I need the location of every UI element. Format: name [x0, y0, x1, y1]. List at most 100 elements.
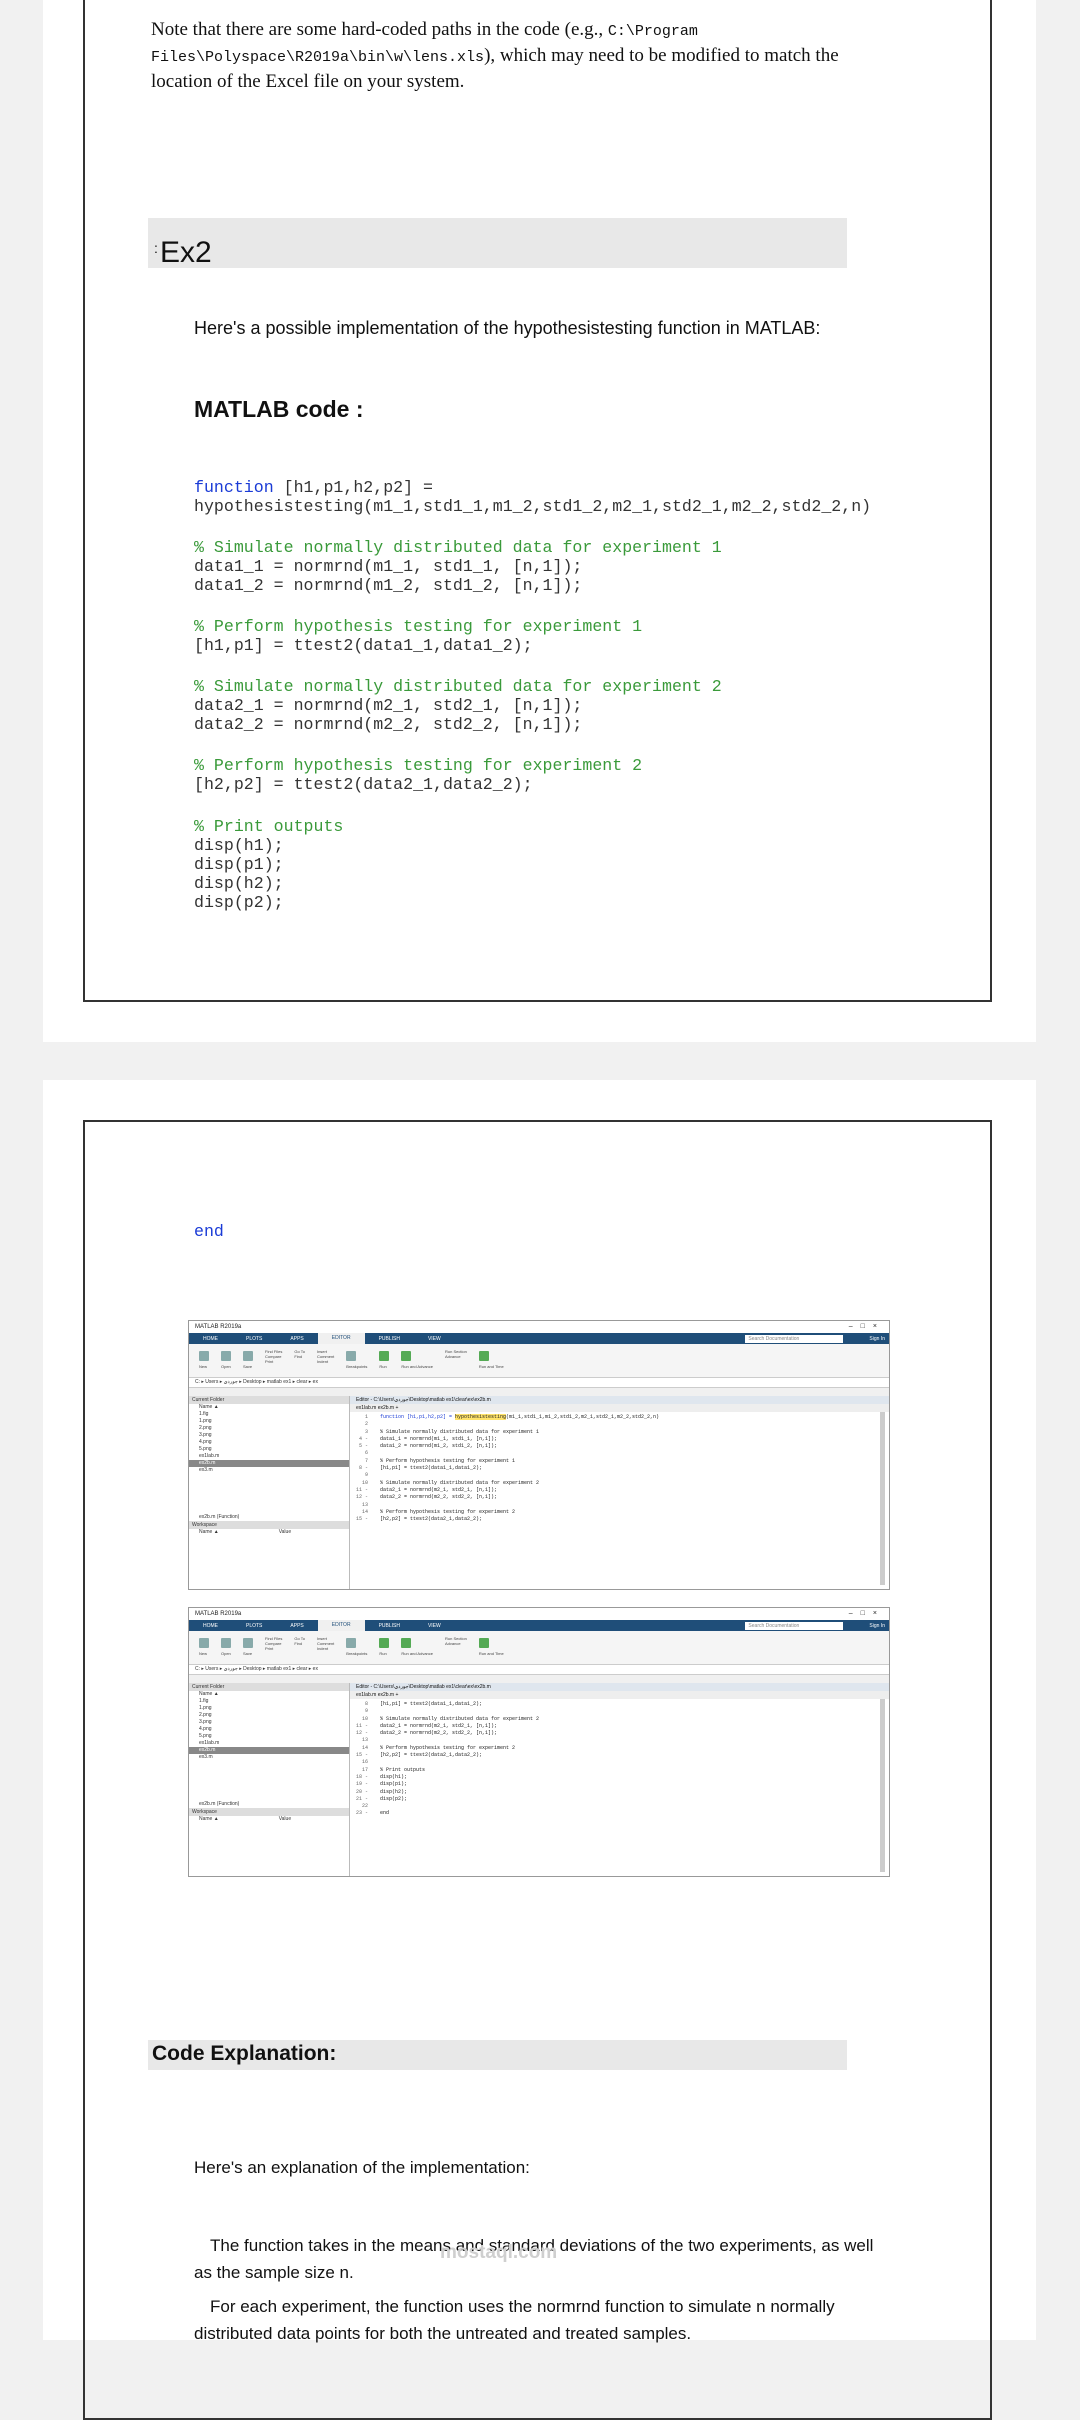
- explanation-paragraph: For each experiment, the function uses t…: [194, 2297, 835, 2343]
- editor-code-body: (m1_1,std1_1,m1_2,std1_2,m2_1,std2_1,m2_…: [380, 1414, 660, 1523]
- editor-code-line: function [h1,p1,h2,p2] =: [380, 1414, 456, 1420]
- tab-publish: PUBLISH: [378, 1622, 400, 1629]
- current-folder-panel: Current Folder Name ▲ 1.fig 1.png 2.png …: [189, 1396, 350, 1589]
- ws-name-col: Name ▲: [199, 1529, 219, 1535]
- tab-view: VIEW: [427, 1335, 441, 1342]
- ribbon-new: New: [199, 1364, 208, 1369]
- app-title: MATLAB R2019a: [195, 1324, 242, 1330]
- ribbon-breakpoints: Breakpoints: [346, 1651, 368, 1656]
- toolstrip-tabs: HOME PLOTS APPS EDITOR PUBLISH VIEW Sear…: [189, 1620, 889, 1631]
- sign-in: Sign In: [869, 1622, 885, 1629]
- signature-name: hypothesistesting(m1_1,std1_1,m1_2,std1_…: [194, 497, 872, 516]
- address-bar: C: ▸ Users ▸ ‎جوردي‎ ▸ Desktop ▸ matlab …: [189, 1378, 889, 1388]
- ribbon-run-advance: Run and Advance: [401, 1651, 434, 1656]
- tab-apps: APPS: [290, 1622, 304, 1629]
- code-comment: % Simulate normally distributed data for…: [194, 677, 722, 696]
- code-line: disp(h1); disp(p1); disp(h2); disp(p2);: [194, 836, 284, 912]
- file-item: 3.png: [199, 1432, 212, 1438]
- ribbon-breakpoints: Breakpoints: [346, 1364, 368, 1369]
- file-item: ex3.m: [199, 1754, 213, 1760]
- watermark-logo: mostaql.com: [440, 2242, 558, 2263]
- tab-plots: PLOTS: [246, 1622, 263, 1629]
- file-item: 1.fig: [199, 1698, 209, 1704]
- code-comment: % Print outputs: [194, 817, 344, 836]
- function-label: ex2b.m (Function): [199, 1514, 240, 1520]
- search-documentation: Search Documentation: [745, 1621, 844, 1630]
- line-numbers: 1 2 3 4 - 5 - 6 7 8 - 9 10 11 - 12 - 13 …: [355, 1414, 368, 1523]
- file-item: 3.png: [199, 1719, 212, 1725]
- editor-path: Editor - C:\Users\‎جوردي‎\Desktop\matlab…: [350, 1683, 889, 1691]
- code-signature: function [h1,p1,h2,p2] = hypothesistesti…: [194, 478, 871, 516]
- section-heading-ex2: Ex2:: [148, 218, 847, 269]
- code-comment: % Perform hypothesis testing for experim…: [194, 756, 643, 775]
- editor-highlight: hypothesistesting: [455, 1414, 507, 1420]
- workspace-title: Workspace: [189, 1521, 349, 1529]
- sign-in: Sign In: [869, 1335, 885, 1342]
- tab-plots: PLOTS: [246, 1335, 263, 1342]
- editor-code: [h1,p1] = ttest2(data1_1,data1_2); % Sim…: [380, 1701, 540, 1817]
- editor-tab-active: ex2b.m: [377, 1692, 395, 1698]
- ex2-colon: :: [154, 240, 158, 256]
- ribbon-open: Open: [221, 1364, 231, 1369]
- matlab-code-heading: MATLAB code :: [194, 396, 364, 422]
- editor-tab: ex1lab.m: [356, 1405, 377, 1411]
- signature-outputs: [h1,p1,h2,p2] =: [273, 478, 433, 497]
- ws-value-col: Value: [278, 1816, 292, 1822]
- ribbon-indent: Indent: [316, 1359, 329, 1364]
- ribbon-advance: Advance: [445, 1641, 461, 1646]
- ws-value-col: Value: [278, 1529, 292, 1535]
- current-folder-title: Current Folder: [189, 1683, 349, 1691]
- file-item: 2.png: [199, 1712, 212, 1718]
- file-item: 2.png: [199, 1425, 212, 1431]
- file-item-selected: ex2b.m: [189, 1460, 349, 1467]
- app-title: MATLAB R2019a: [195, 1611, 242, 1617]
- editor-panel: Editor - C:\Users\‎جوردي‎\Desktop\matlab…: [350, 1396, 889, 1589]
- tab-editor: EDITOR: [317, 1620, 365, 1631]
- editor-tab: ex1lab.m: [356, 1692, 377, 1698]
- file-item: 1.fig: [199, 1411, 209, 1417]
- file-item: ex1lab.m: [199, 1740, 220, 1746]
- code-line: data2_1 = normrnd(m2_1, std2_1, [n,1]); …: [194, 696, 583, 734]
- ribbon-save: Save: [243, 1364, 253, 1369]
- ribbon-advance: Advance: [445, 1354, 461, 1359]
- window-controls: –□×: [848, 1323, 885, 1330]
- ribbon-open: Open: [221, 1651, 231, 1656]
- editor-tab-add: +: [395, 1405, 399, 1411]
- section-heading-explanation: Code Explanation:: [148, 2040, 847, 2070]
- code-line: data1_1 = normrnd(m1_1, std1_1, [n,1]); …: [194, 557, 583, 595]
- editor-tab-active: ex2b.m: [377, 1405, 395, 1411]
- ribbon-run-time: Run and Time: [478, 1651, 504, 1656]
- current-folder-panel: Current Folder Name ▲ 1.fig 1.png 2.png …: [189, 1683, 350, 1876]
- file-item: 1.png: [199, 1705, 212, 1711]
- ribbon-print: Print: [265, 1646, 274, 1651]
- tab-editor: EDITOR: [317, 1333, 365, 1344]
- code-comment: % Simulate normally distributed data for…: [194, 538, 722, 557]
- scrollbar: [880, 1412, 885, 1585]
- scrollbar: [880, 1699, 885, 1872]
- ribbon-run-time: Run and Time: [478, 1364, 504, 1369]
- editor-code: function [h1,p1,h2,p2] = hypothesistesti…: [380, 1414, 659, 1523]
- explanation-intro: Here's an explanation of the implementat…: [194, 2158, 530, 2177]
- path-note: Note that there are some hard-coded path…: [151, 18, 871, 94]
- name-column: Name ▲: [199, 1691, 219, 1697]
- address-bar: C: ▸ Users ▸ ‎جوردي‎ ▸ Desktop ▸ matlab …: [189, 1665, 889, 1675]
- ex2-label: Ex2: [160, 236, 212, 269]
- ribbon-find: Find: [294, 1641, 303, 1646]
- ribbon-print: Print: [265, 1359, 274, 1364]
- ribbon-new: New: [199, 1651, 208, 1656]
- file-item: ex3.m: [199, 1467, 213, 1473]
- file-item: 1.png: [199, 1418, 212, 1424]
- explanation-heading: Code Explanation:: [152, 2042, 337, 2065]
- code-line: [h2,p2] = ttest2(data2_1,data2_2);: [194, 775, 533, 794]
- document-page-1: [43, 0, 1036, 1042]
- editor-tab-add: +: [395, 1692, 399, 1698]
- tab-home: HOME: [203, 1622, 218, 1629]
- matlab-screenshot-2: MATLAB R2019a –□× HOME PLOTS APPS EDITOR …: [188, 1607, 890, 1877]
- line-numbers: 8 9 10 11 - 12 - 13 14 15 - 16 17 18 - 1…: [355, 1701, 368, 1817]
- file-item: 5.png: [199, 1733, 212, 1739]
- file-item: 4.png: [199, 1439, 212, 1445]
- ribbon-save: Save: [243, 1651, 253, 1656]
- intro-text: Here's a possible implementation of the …: [194, 318, 821, 338]
- ribbon-run-advance: Run and Advance: [401, 1364, 434, 1369]
- note-text: Note that there are some hard-coded path…: [151, 19, 608, 40]
